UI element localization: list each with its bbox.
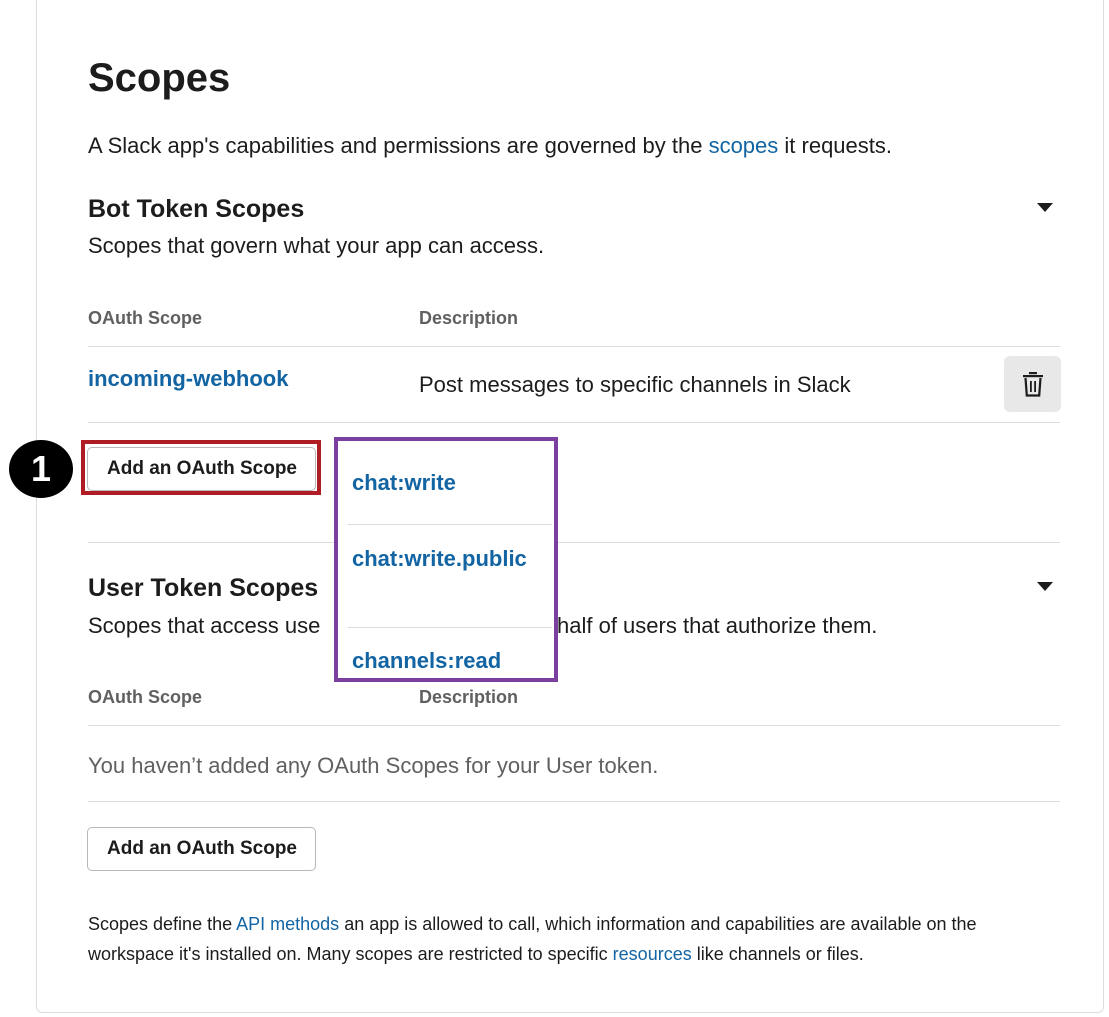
bot-token-scopes-subtitle: Scopes that govern what your app can acc… xyxy=(88,233,545,258)
scopes-link[interactable]: scopes xyxy=(709,133,779,158)
dropdown-option-chat-write-public[interactable]: chat:write.public xyxy=(352,544,527,574)
divider xyxy=(88,801,1060,802)
dropdown-option-channels-read[interactable]: channels:read xyxy=(352,646,501,676)
trash-icon xyxy=(1022,372,1043,397)
scope-picker-dropdown: chat:write chat:write.public channels:re… xyxy=(334,437,558,682)
user-token-scopes-title: User Token Scopes xyxy=(88,574,319,602)
user-token-scopes-subtitle-start: Scopes that access use xyxy=(88,613,321,638)
footer-note: Scopes define the API methods an app is … xyxy=(88,909,1048,969)
intro-text-end: it requests. xyxy=(778,133,892,158)
bot-col-oauth-scope: OAuth Scope xyxy=(88,308,203,328)
bot-token-scopes-title: Bot Token Scopes xyxy=(88,195,305,223)
bot-col-description: Description xyxy=(419,308,519,328)
intro-text: A Slack app's capabilities and permissio… xyxy=(88,131,892,161)
add-user-oauth-scope-button[interactable]: Add an OAuth Scope xyxy=(87,827,316,871)
footer-text-3: like channels or files. xyxy=(691,944,864,964)
footer-text-1: Scopes define the xyxy=(88,914,237,934)
step-badge: 1 xyxy=(9,440,73,498)
intro-text-start: A Slack app's capabilities and permissio… xyxy=(88,133,709,158)
resources-link[interactable]: resources xyxy=(613,944,692,964)
user-col-description: Description xyxy=(419,687,519,707)
user-token-scopes-subtitle-end: half of users that authorize them. xyxy=(557,613,878,638)
bot-scopes-collapse-caret-icon[interactable] xyxy=(1037,203,1053,212)
divider xyxy=(88,346,1060,347)
scope-incoming-webhook[interactable]: incoming-webhook xyxy=(88,364,288,394)
scope-description: Post messages to specific channels in Sl… xyxy=(419,372,851,397)
divider xyxy=(348,627,552,628)
divider xyxy=(348,524,552,525)
page-title: Scopes xyxy=(88,56,231,100)
dropdown-option-chat-write[interactable]: chat:write xyxy=(352,468,456,498)
remove-scope-button[interactable] xyxy=(1004,356,1061,412)
user-col-oauth-scope: OAuth Scope xyxy=(88,687,203,707)
user-scopes-empty-message: You haven’t added any OAuth Scopes for y… xyxy=(88,753,659,778)
divider xyxy=(88,542,1060,543)
api-methods-link[interactable]: API methods xyxy=(236,914,339,934)
divider xyxy=(88,725,1060,726)
add-bot-oauth-scope-button[interactable]: Add an OAuth Scope xyxy=(87,447,316,491)
user-scopes-collapse-caret-icon[interactable] xyxy=(1037,582,1053,591)
divider xyxy=(88,422,1060,423)
